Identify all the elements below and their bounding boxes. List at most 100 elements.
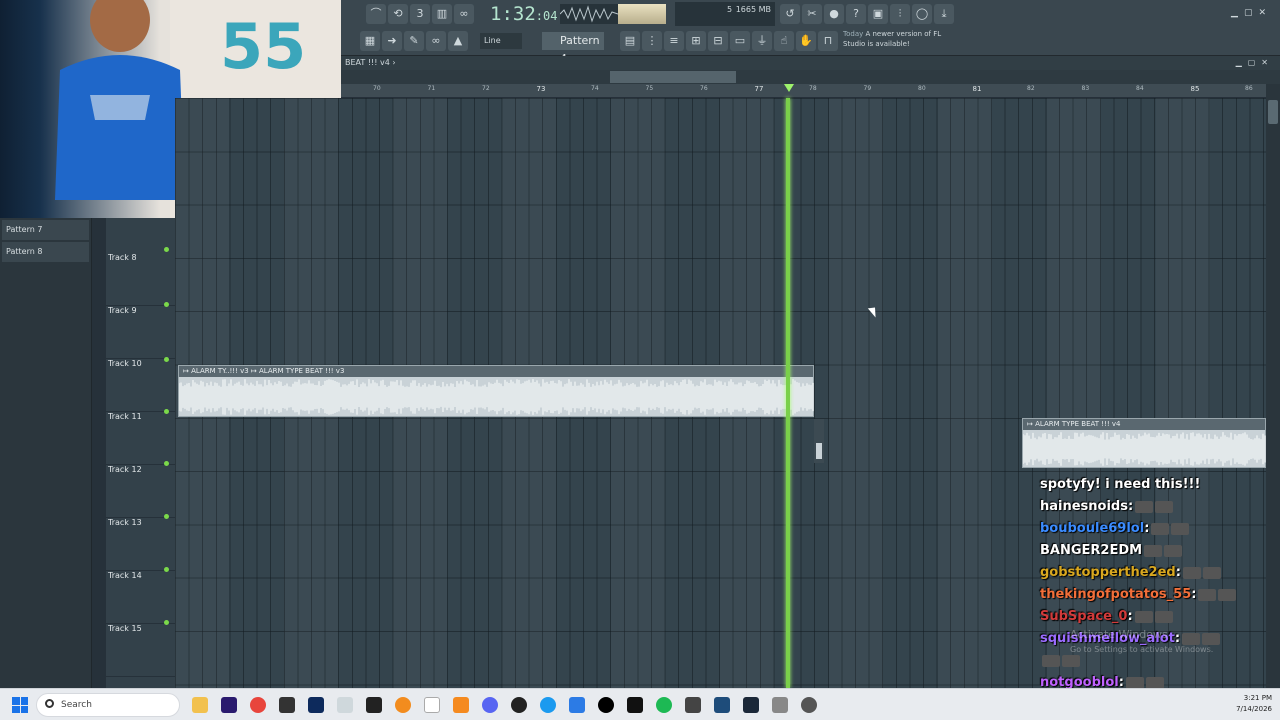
track-header[interactable]: Track 9 — [106, 302, 175, 359]
loop-record-icon[interactable]: ∞ — [454, 4, 474, 24]
chat-username[interactable]: thekingofpotatos_55 — [1040, 587, 1191, 602]
chat-username[interactable]: BANGER2EDM — [1040, 543, 1142, 558]
scroll-thumb[interactable] — [610, 71, 736, 83]
discord-icon[interactable] — [482, 697, 498, 713]
track-header[interactable]: Track 15 — [106, 620, 175, 677]
snap-select[interactable]: Line — [480, 33, 522, 49]
chrome-icon[interactable] — [250, 697, 266, 713]
steam-icon[interactable] — [743, 697, 759, 713]
fl-studio-icon[interactable] — [395, 697, 411, 713]
song-time[interactable]: 1:32:04 — [490, 2, 560, 26]
audio-clip[interactable]: ↦ ALARM TY..!!! v3 ↦ ALARM TYPE BEAT !!!… — [178, 365, 814, 417]
pattern-select[interactable]: Pattern 4 — [542, 32, 604, 65]
pattern-item[interactable]: Pattern 7 — [2, 220, 89, 240]
help-icon[interactable]: ? — [846, 4, 866, 24]
pattern-item[interactable]: Pattern 8 — [2, 242, 89, 262]
taskbar-search[interactable]: Search — [36, 693, 180, 717]
pencil-icon[interactable]: ✎ — [404, 31, 424, 51]
premiere-icon[interactable] — [221, 697, 237, 713]
mic-icon[interactable]: ● — [824, 4, 844, 24]
vector-icon[interactable] — [627, 697, 643, 713]
plugin-icon[interactable]: ⊟ — [708, 31, 728, 51]
countdown-icon[interactable]: 3 — [410, 4, 430, 24]
chat-username[interactable]: SubSpace_0 — [1040, 609, 1127, 624]
start-button-icon[interactable] — [12, 697, 28, 713]
download-icon[interactable]: ⤓ — [934, 4, 954, 24]
undo-icon[interactable]: ↺ — [780, 4, 800, 24]
notion-icon[interactable] — [279, 697, 295, 713]
stamp-icon[interactable]: ▲ — [448, 31, 468, 51]
hand-icon[interactable]: ✋ — [796, 31, 816, 51]
track-mute-led[interactable] — [164, 302, 169, 307]
files-icon[interactable]: ▭ — [730, 31, 750, 51]
activate-windows-watermark: Activate Windows Go to Settings to activ… — [1070, 628, 1213, 657]
monitor-icon[interactable] — [714, 697, 730, 713]
pan-icon[interactable]: ✂ — [802, 4, 822, 24]
metronome-icon[interactable]: ⌒ — [366, 4, 386, 24]
obs-icon[interactable] — [772, 697, 788, 713]
stream-chat: spotyfy! i need this!!! hainesnoids: boubo… — [1040, 474, 1270, 720]
photoshop-icon[interactable] — [308, 697, 324, 713]
playlist-window-controls[interactable]: ▁▢✕ — [1236, 56, 1274, 70]
audio-clip[interactable]: ↦ ALARM TYPE BEAT !!! v4 — [1022, 418, 1266, 468]
wait-icon[interactable]: ⟲ — [388, 4, 408, 24]
track-mute-led[interactable] — [164, 247, 169, 252]
chat-username[interactable]: spotyfy! — [1040, 477, 1101, 492]
chat-icon[interactable]: ◯ — [912, 4, 932, 24]
track-header[interactable]: Track 10 — [106, 357, 175, 412]
track-mute-led[interactable] — [164, 620, 169, 625]
spotify-icon[interactable] — [656, 697, 672, 713]
track-header[interactable]: Track 13 — [106, 514, 175, 571]
save-icon[interactable]: ▣ — [868, 4, 888, 24]
track-mute-led[interactable] — [164, 567, 169, 572]
track-mute-led[interactable] — [164, 514, 169, 519]
timeline-ruler[interactable]: 70 71 72 73 74 75 76 77 78 79 80 81 82 83 84 85 86 — [340, 84, 1266, 98]
browser-icon[interactable]: ⊞ — [686, 31, 706, 51]
mixer-icon[interactable]: ⫶ — [890, 4, 910, 24]
playhead-marker[interactable] — [784, 84, 794, 92]
gear-icon[interactable] — [801, 697, 817, 713]
track-mute-led[interactable] — [164, 357, 169, 362]
playhead[interactable] — [786, 98, 790, 688]
waveform-path — [1023, 432, 1266, 466]
track-header[interactable]: Track 12 — [106, 461, 175, 518]
news-panel[interactable]: Today A newer version of FL Studio is av… — [843, 29, 953, 51]
file-explorer-icon[interactable] — [192, 697, 208, 713]
track-header[interactable]: Track 8 — [106, 247, 175, 306]
game-icon[interactable] — [685, 697, 701, 713]
chat-message: thekingofpotatos_55: — [1040, 584, 1270, 606]
track-header[interactable]: Track 11 — [106, 409, 175, 465]
capcut-icon[interactable] — [366, 697, 382, 713]
plug-icon[interactable]: ⏚ — [752, 31, 772, 51]
time-sub: :04 — [535, 9, 558, 23]
chat-username[interactable]: hainesnoids — [1040, 499, 1128, 514]
chat-username[interactable]: gobstopperthe2ed — [1040, 565, 1176, 580]
notes-icon[interactable] — [424, 697, 440, 713]
openai-icon[interactable] — [598, 697, 614, 713]
horizontal-scrollbar[interactable] — [340, 70, 1280, 84]
mixer-window-icon[interactable]: ≡ — [664, 31, 684, 51]
system-clock[interactable]: 3:21 PM 7/14/2026 — [1236, 693, 1272, 715]
chat-username[interactable]: bouboule69lol — [1040, 521, 1144, 536]
edge-icon[interactable] — [540, 697, 556, 713]
piano-roll-icon[interactable]: ▤ — [620, 31, 640, 51]
davinci-icon[interactable] — [511, 697, 527, 713]
playlist-icon[interactable]: ▦ — [360, 31, 380, 51]
word-icon[interactable] — [569, 697, 585, 713]
arrow-icon[interactable]: ➜ — [382, 31, 402, 51]
window-controls[interactable]: ▁▢✕ — [1231, 8, 1272, 18]
track-header[interactable]: Track 14 — [106, 567, 175, 624]
channel-rack-icon[interactable]: ⋮ — [642, 31, 662, 51]
step-icon[interactable]: ▥ — [432, 4, 452, 24]
touch-icon[interactable]: ☝ — [774, 31, 794, 51]
blender-icon[interactable] — [453, 697, 469, 713]
cart-icon[interactable]: ⊓ — [818, 31, 838, 51]
chat-text: : — [1144, 521, 1150, 536]
track-mute-led[interactable] — [164, 461, 169, 466]
vertical-scroll-thumb[interactable] — [1268, 100, 1278, 124]
link-icon[interactable]: ∞ — [426, 31, 446, 51]
settings-app-icon[interactable] — [337, 697, 353, 713]
audio-clip-fragment[interactable] — [814, 419, 824, 463]
ruler-bar-label: 73 — [536, 85, 546, 93]
track-mute-led[interactable] — [164, 409, 169, 414]
